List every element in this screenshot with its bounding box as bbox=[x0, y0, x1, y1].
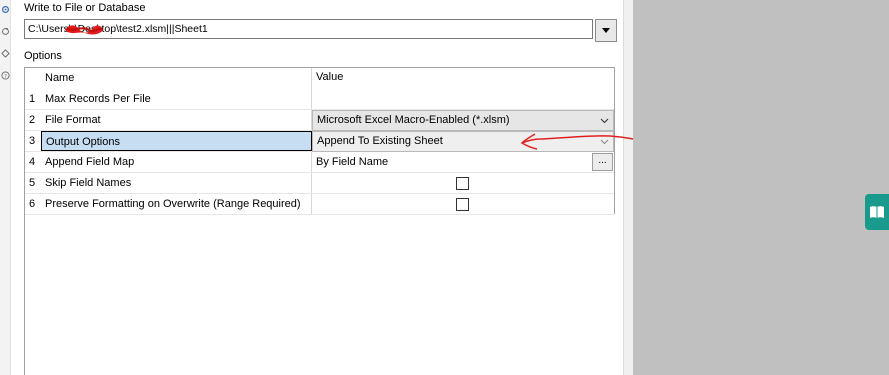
file-path-value: C:\Users\ \Desktop\test2.xlsm|||Sheet1 bbox=[28, 23, 208, 35]
file-path-dropdown-button[interactable] bbox=[595, 19, 617, 42]
option-name: File Format bbox=[41, 110, 312, 130]
preserve-formatting-cell bbox=[312, 194, 614, 214]
file-path-input[interactable]: C:\Users\ \Desktop\test2.xlsm|||Sheet1 bbox=[24, 19, 593, 39]
output-options-cell: Append To Existing Sheet bbox=[312, 131, 614, 152]
table-row[interactable]: 4 Append Field Map By Field Name ... bbox=[25, 152, 614, 173]
svg-text:?: ? bbox=[4, 73, 7, 79]
table-row[interactable]: 6 Preserve Formatting on Overwrite (Rang… bbox=[25, 194, 614, 215]
option-name: Preserve Formatting on Overwrite (Range … bbox=[41, 194, 312, 214]
option-name: Max Records Per File bbox=[41, 89, 312, 109]
options-label: Options bbox=[24, 50, 62, 62]
chevron-down-icon bbox=[599, 132, 609, 151]
option-name: Append Field Map bbox=[41, 152, 312, 172]
row-number: 2 bbox=[29, 114, 36, 126]
grid-header: Name Value bbox=[25, 68, 614, 89]
caret-down-icon bbox=[602, 28, 610, 33]
table-row[interactable]: 2 File Format Microsoft Excel Macro-Enab… bbox=[25, 110, 614, 131]
preserve-formatting-checkbox[interactable] bbox=[456, 198, 469, 211]
file-format-value: Microsoft Excel Macro-Enabled (*.xlsm) bbox=[317, 114, 510, 126]
table-row[interactable]: 5 Skip Field Names bbox=[25, 173, 614, 194]
option-name: Skip Field Names bbox=[41, 173, 312, 193]
skip-field-names-checkbox[interactable] bbox=[456, 177, 469, 190]
skip-field-names-cell bbox=[312, 173, 614, 193]
row-number: 6 bbox=[29, 198, 36, 210]
refresh-icon[interactable] bbox=[0, 26, 10, 36]
header-value: Value bbox=[316, 71, 344, 83]
workflow-canvas[interactable] bbox=[633, 0, 889, 375]
file-format-cell: Microsoft Excel Macro-Enabled (*.xlsm) bbox=[312, 110, 614, 131]
tag-icon[interactable] bbox=[0, 48, 10, 58]
row-number: 4 bbox=[29, 156, 36, 168]
append-field-map-value: By Field Name bbox=[316, 156, 389, 168]
section-title: Write to File or Database bbox=[24, 2, 146, 14]
grid-border bbox=[24, 213, 25, 375]
field-map-browse-button[interactable]: ... bbox=[592, 153, 613, 171]
table-row[interactable]: 1 Max Records Per File bbox=[25, 89, 614, 110]
table-row[interactable]: 3 Output Options Append To Existing Shee… bbox=[25, 131, 614, 152]
option-name: Output Options bbox=[41, 131, 312, 151]
max-records-input[interactable] bbox=[312, 89, 614, 109]
row-number: 5 bbox=[29, 177, 36, 189]
row-number: 1 bbox=[29, 93, 36, 105]
header-num-cell bbox=[25, 68, 41, 89]
panel-scrollbar[interactable] bbox=[623, 0, 633, 375]
append-field-map-cell: By Field Name ... bbox=[312, 152, 614, 172]
row-number: 3 bbox=[25, 131, 41, 151]
output-options-select[interactable]: Append To Existing Sheet bbox=[312, 131, 614, 152]
chevron-down-icon bbox=[599, 111, 609, 130]
output-options-value: Append To Existing Sheet bbox=[317, 135, 443, 147]
help-icon[interactable]: ? bbox=[0, 70, 10, 80]
gear-icon[interactable] bbox=[0, 4, 10, 14]
header-name: Name bbox=[41, 68, 312, 89]
grid-border bbox=[614, 67, 615, 214]
file-format-select[interactable]: Microsoft Excel Macro-Enabled (*.xlsm) bbox=[312, 110, 614, 131]
options-grid: Name Value 1 Max Records Per File 2 File… bbox=[24, 67, 614, 215]
side-toolbar: ? bbox=[0, 0, 11, 375]
book-icon[interactable] bbox=[865, 194, 889, 230]
